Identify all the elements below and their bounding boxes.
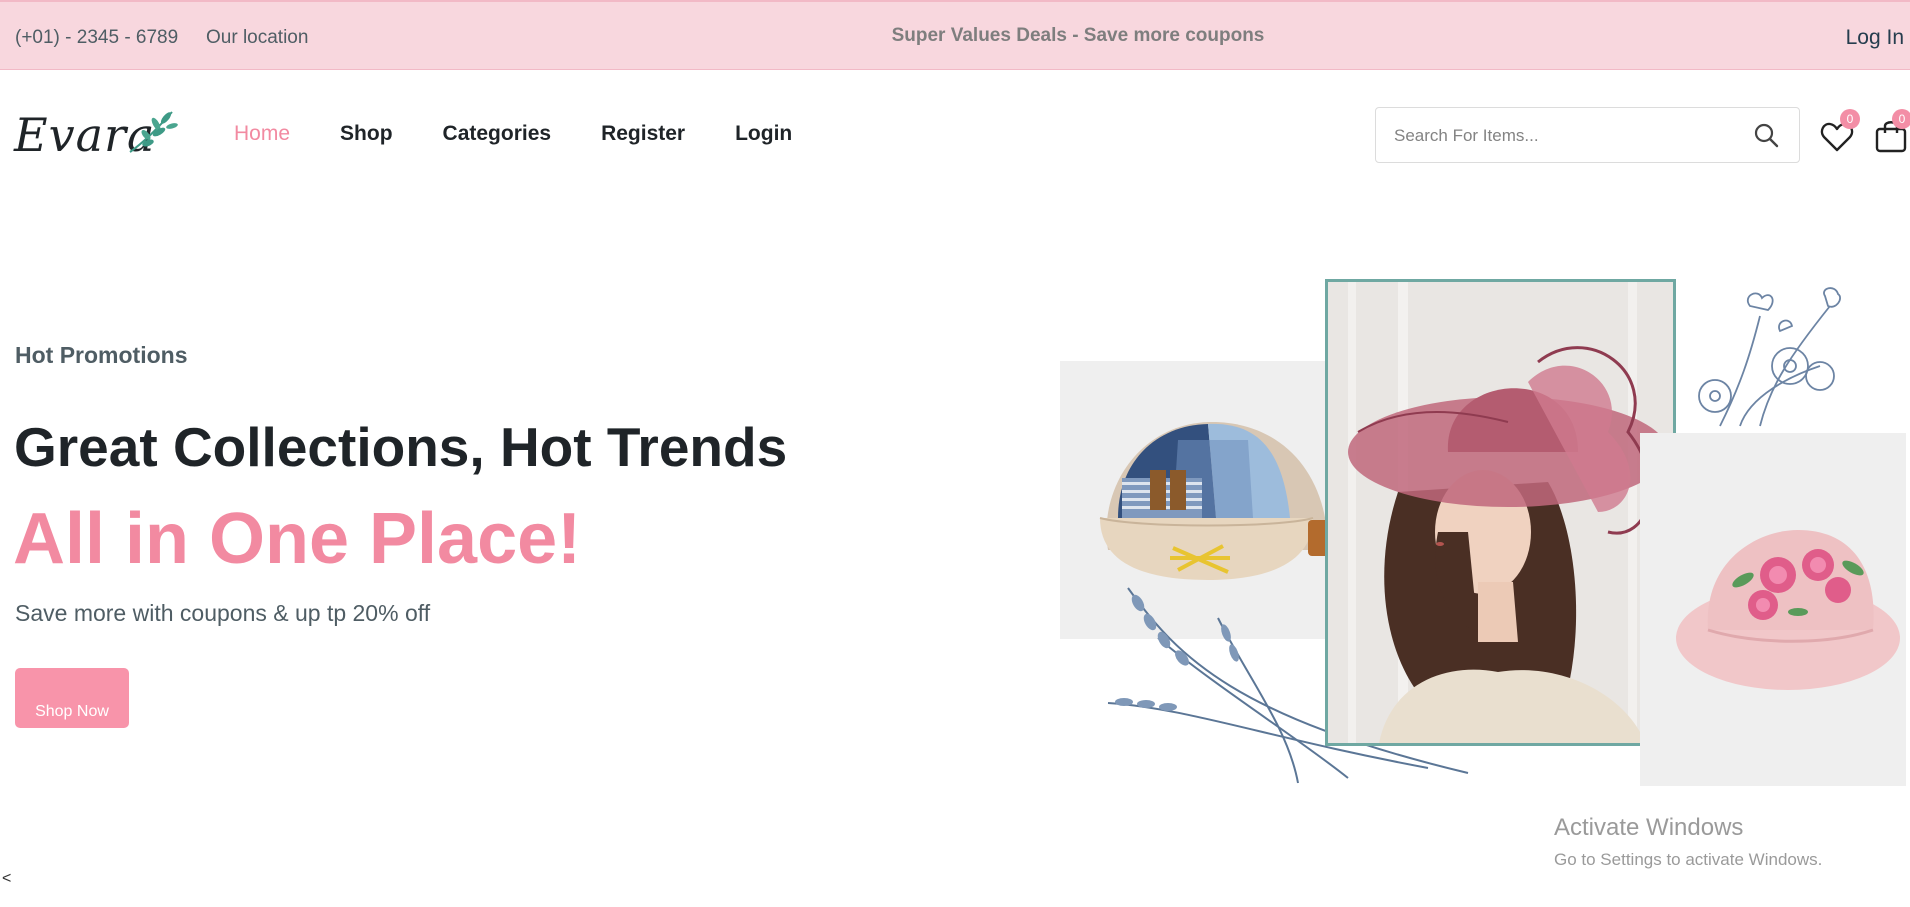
woman-hat-photo xyxy=(1325,279,1676,746)
slider-prev-arrow[interactable]: < xyxy=(2,870,11,888)
activate-windows-watermark: Activate Windows Go to Settings to activ… xyxy=(1554,814,1822,870)
logo[interactable]: Evara xyxy=(14,108,178,168)
watermark-title: Activate Windows xyxy=(1554,814,1744,841)
flower-sketch-image xyxy=(1698,287,1841,427)
nav-register[interactable]: Register xyxy=(601,122,685,146)
top-bar: (+01) - 2345 - 6789 Our location Super V… xyxy=(0,0,1910,70)
hero-description: Save more with coupons & up tp 20% off xyxy=(15,600,431,626)
nav-home[interactable]: Home xyxy=(234,122,290,146)
search-input[interactable] xyxy=(1394,122,1734,150)
wishlist-count-badge: 0 xyxy=(1840,109,1860,129)
search-icon[interactable] xyxy=(1753,122,1779,153)
main-nav: Home Shop Categories Register Login xyxy=(234,122,842,146)
hero-title-highlight: All in One Place! xyxy=(13,499,582,579)
cart-count-badge: 0 xyxy=(1892,109,1910,129)
hero-subtitle: Hot Promotions xyxy=(15,342,188,368)
watermark-subtitle: Go to Settings to activate Windows. xyxy=(1554,850,1823,869)
nav-categories[interactable]: Categories xyxy=(443,122,552,146)
search-box xyxy=(1375,107,1800,163)
leaf-icon xyxy=(129,111,178,153)
site-header: Evara Home Shop Categories Register Logi… xyxy=(0,70,1910,200)
nav-shop[interactable]: Shop xyxy=(340,122,393,146)
denim-cap-image xyxy=(1099,421,1334,580)
hero-title: Great Collections, Hot Trends xyxy=(14,416,788,478)
top-login-link[interactable]: Log In xyxy=(1846,26,1904,50)
pink-rose-hat-image xyxy=(1676,530,1900,690)
wishlist-button[interactable]: 0 xyxy=(1818,109,1860,156)
cart-button[interactable]: 0 xyxy=(1872,109,1910,156)
woman-hat-illustration xyxy=(1328,282,1673,743)
shop-now-button[interactable]: Shop Now xyxy=(15,668,129,728)
nav-login[interactable]: Login xyxy=(735,122,792,146)
deal-banner-text: Super Values Deals - Save more coupons xyxy=(891,25,1265,46)
